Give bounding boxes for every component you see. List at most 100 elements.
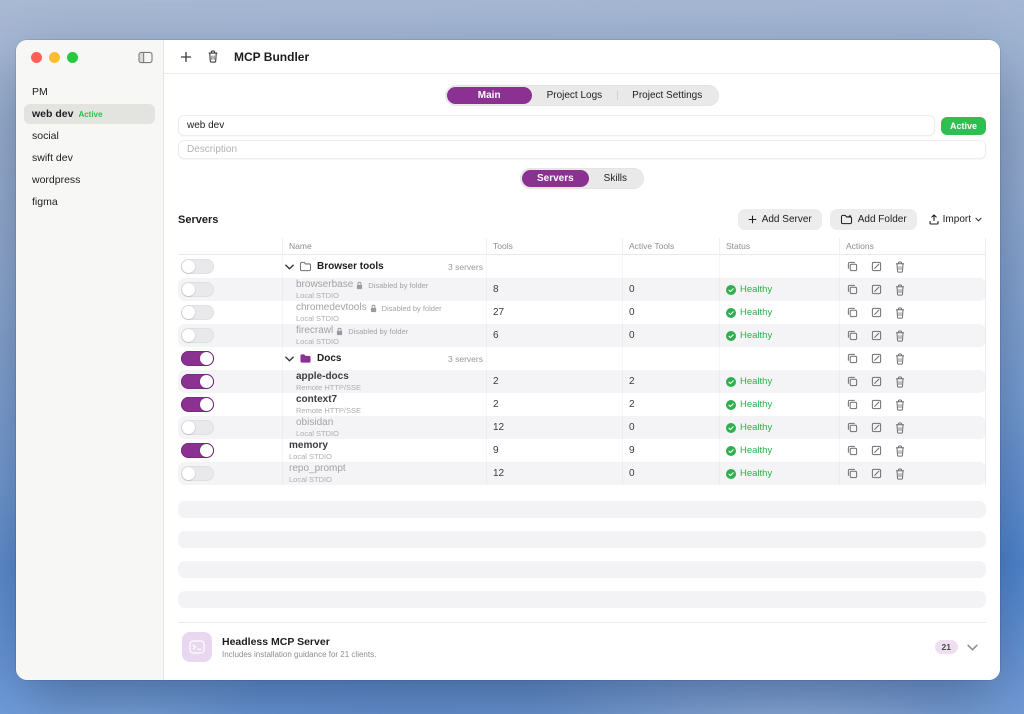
- server-toggle[interactable]: [181, 305, 214, 320]
- folder-toggle[interactable]: [181, 351, 214, 366]
- server-row[interactable]: chromedevtools Disabled by folder Local …: [178, 301, 986, 324]
- chevron-down-icon[interactable]: [285, 356, 294, 362]
- edit-icon[interactable]: [871, 376, 882, 387]
- expand-chevron-icon[interactable]: [967, 644, 978, 651]
- tab-main[interactable]: Main: [447, 87, 532, 104]
- project-description-input[interactable]: [178, 140, 986, 159]
- folder-toggle[interactable]: [181, 259, 214, 274]
- import-icon: [929, 214, 939, 225]
- delete-icon[interactable]: [895, 422, 905, 434]
- delete-icon[interactable]: [895, 353, 905, 365]
- server-row[interactable]: obisidan Local STDIO 12 0 Healthy: [178, 416, 986, 439]
- import-button[interactable]: Import: [925, 209, 986, 230]
- sidebar-item-pm[interactable]: PM: [24, 82, 155, 102]
- column-active-tools: Active Tools: [622, 238, 719, 254]
- sidebar-active-badge: Active: [78, 110, 102, 119]
- sidebar-item-web-dev[interactable]: web dev Active: [24, 104, 155, 124]
- tools-count: 12: [486, 462, 622, 485]
- delete-icon[interactable]: [895, 399, 905, 411]
- active-tools-count: 2: [622, 370, 719, 393]
- server-toggle[interactable]: [181, 282, 214, 297]
- edit-icon[interactable]: [871, 399, 882, 410]
- duplicate-icon[interactable]: [847, 468, 858, 479]
- server-row[interactable]: memory Local STDIO 9 9 Healthy: [178, 439, 986, 462]
- delete-icon[interactable]: [895, 330, 905, 342]
- tab-project-settings[interactable]: Project Settings: [617, 87, 717, 104]
- duplicate-icon[interactable]: [847, 261, 858, 272]
- server-row[interactable]: browserbase Disabled by folder Local STD…: [178, 278, 986, 301]
- sidebar-toggle-icon[interactable]: [138, 51, 153, 64]
- sidebar-item-figma[interactable]: figma: [24, 192, 155, 212]
- subtab-servers[interactable]: Servers: [522, 170, 589, 187]
- plus-icon: [748, 215, 757, 224]
- headless-server-text: Headless MCP Server Includes installatio…: [222, 636, 376, 659]
- server-toggle[interactable]: [181, 443, 214, 458]
- edit-icon[interactable]: [871, 468, 882, 479]
- project-name-input[interactable]: [178, 115, 935, 136]
- name-row: Active: [178, 115, 986, 136]
- zoom-button[interactable]: [67, 52, 78, 63]
- sidebar: PM web dev Active social swift dev wordp…: [16, 40, 164, 680]
- edit-icon[interactable]: [871, 445, 882, 456]
- delete-icon[interactable]: [895, 307, 905, 319]
- folder-row[interactable]: Docs 3 servers: [178, 347, 986, 370]
- delete-icon[interactable]: [895, 445, 905, 457]
- duplicate-icon[interactable]: [847, 330, 858, 341]
- edit-icon[interactable]: [871, 330, 882, 341]
- sidebar-item-wordpress[interactable]: wordpress: [24, 170, 155, 190]
- column-name: Name: [282, 238, 486, 254]
- server-row[interactable]: context7 Remote HTTP/SSE 2 2 Healthy: [178, 393, 986, 416]
- trash-icon[interactable]: [207, 50, 219, 63]
- disabled-note: Disabled by folder: [382, 304, 442, 313]
- add-folder-button[interactable]: Add Folder: [830, 209, 917, 230]
- minimize-button[interactable]: [49, 52, 60, 63]
- server-toggle[interactable]: [181, 328, 214, 343]
- server-toggle[interactable]: [181, 397, 214, 412]
- edit-icon[interactable]: [871, 353, 882, 364]
- edit-icon[interactable]: [871, 307, 882, 318]
- duplicate-icon[interactable]: [847, 376, 858, 387]
- headless-server-section[interactable]: Headless MCP Server Includes installatio…: [178, 623, 986, 662]
- duplicate-icon[interactable]: [847, 353, 858, 364]
- server-toggle[interactable]: [181, 420, 214, 435]
- tools-count: 8: [486, 278, 622, 301]
- server-transport: Local STDIO: [296, 291, 428, 300]
- duplicate-icon[interactable]: [847, 307, 858, 318]
- delete-icon[interactable]: [895, 284, 905, 296]
- duplicate-icon[interactable]: [847, 284, 858, 295]
- sidebar-item-swift-dev[interactable]: swift dev: [24, 148, 155, 168]
- chevron-down-icon[interactable]: [285, 264, 294, 270]
- server-transport: Local STDIO: [296, 429, 339, 438]
- server-row[interactable]: apple-docs Remote HTTP/SSE 2 2 Healthy: [178, 370, 986, 393]
- healthy-check-icon: [726, 400, 736, 410]
- edit-icon[interactable]: [871, 284, 882, 295]
- sidebar-item-label: figma: [32, 196, 58, 208]
- duplicate-icon[interactable]: [847, 399, 858, 410]
- add-icon[interactable]: [180, 51, 192, 63]
- edit-icon[interactable]: [871, 422, 882, 433]
- active-tools-count: 0: [622, 324, 719, 347]
- active-tools-count: 9: [622, 439, 719, 462]
- server-toggle[interactable]: [181, 374, 214, 389]
- column-status: Status: [719, 238, 839, 254]
- add-server-button[interactable]: Add Server: [738, 209, 822, 230]
- duplicate-icon[interactable]: [847, 445, 858, 456]
- server-row[interactable]: repo_prompt Local STDIO 12 0 Healthy: [178, 462, 986, 485]
- toggle-knob: [182, 421, 195, 434]
- folder-row[interactable]: Browser tools 3 servers: [178, 255, 986, 278]
- server-toggle[interactable]: [181, 466, 214, 481]
- close-button[interactable]: [31, 52, 42, 63]
- subtab-skills[interactable]: Skills: [589, 170, 642, 187]
- toggle-knob: [200, 444, 213, 457]
- delete-icon[interactable]: [895, 376, 905, 388]
- tab-project-logs[interactable]: Project Logs: [532, 87, 618, 104]
- toggle-knob: [182, 467, 195, 480]
- sidebar-item-social[interactable]: social: [24, 126, 155, 146]
- delete-icon[interactable]: [895, 261, 905, 273]
- active-status-button[interactable]: Active: [941, 117, 986, 135]
- delete-icon[interactable]: [895, 468, 905, 480]
- duplicate-icon[interactable]: [847, 422, 858, 433]
- healthy-check-icon: [726, 423, 736, 433]
- edit-icon[interactable]: [871, 261, 882, 272]
- server-row[interactable]: firecrawl Disabled by folder Local STDIO…: [178, 324, 986, 347]
